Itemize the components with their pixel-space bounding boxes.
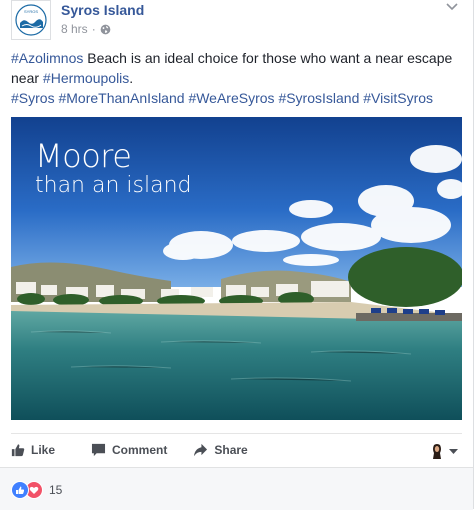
meta-separator: · — [91, 22, 96, 36]
image-overlay-line1: Moore — [35, 137, 132, 175]
reaction-count[interactable]: 15 — [49, 483, 62, 497]
post-header: SYROS Syros Island 8 hrs · — [11, 0, 463, 44]
comment-button[interactable]: Comment — [91, 443, 167, 457]
hashtag-link[interactable]: #MoreThanAnIsland — [58, 90, 184, 106]
hashtag-link[interactable]: #Syros — [11, 90, 55, 106]
like-button[interactable]: Like — [11, 443, 55, 457]
actor-avatar — [429, 443, 445, 459]
like-label: Like — [31, 443, 56, 457]
page-name-link[interactable]: Syros Island — [61, 2, 144, 18]
svg-text:SYROS: SYROS — [24, 9, 38, 14]
speech-bubble-icon — [91, 443, 106, 457]
post-as-selector[interactable] — [429, 442, 458, 460]
image-overlay-line2: than an island — [35, 173, 192, 198]
hashtag-line: #Syros #MoreThanAnIsland #WeAreSyros #Sy… — [11, 88, 463, 108]
chevron-down-icon — [446, 0, 458, 16]
page-avatar[interactable]: SYROS — [11, 0, 51, 40]
chevron-down-icon — [449, 442, 458, 460]
share-arrow-icon — [193, 443, 208, 457]
post-timestamp[interactable]: 8 hrs — [61, 22, 88, 36]
post-options-button[interactable] — [443, 0, 461, 14]
hashtag-link[interactable]: #SyrosIsland — [278, 90, 359, 106]
post-photo[interactable]: Moore than an island — [11, 117, 462, 420]
reactions-footer: 15 — [0, 467, 473, 510]
hashtag-link[interactable]: #VisitSyros — [363, 90, 433, 106]
post-meta: 8 hrs · — [61, 22, 111, 36]
thumbs-up-icon — [11, 443, 25, 457]
share-button[interactable]: Share — [193, 443, 248, 457]
hashtag-link[interactable]: #Azolimnos — [11, 50, 83, 66]
post-card: SYROS Syros Island 8 hrs · #Azolimnos Be… — [0, 0, 474, 510]
post-text-period: . — [129, 70, 134, 86]
post-body: #Azolimnos Beach is an ideal choice for … — [11, 48, 463, 108]
share-label: Share — [214, 443, 248, 457]
reaction-summary[interactable]: 15 — [11, 481, 62, 499]
like-reaction-icon — [11, 481, 29, 499]
hashtag-link[interactable]: #WeAreSyros — [188, 90, 274, 106]
comment-label: Comment — [112, 443, 168, 457]
post-text-paragraph: #Azolimnos Beach is an ideal choice for … — [11, 48, 463, 88]
action-bar: Like Comment Share — [11, 434, 462, 466]
globe-icon[interactable] — [100, 24, 111, 35]
image-overlay-title: Moore than an island — [35, 139, 191, 199]
hashtag-link[interactable]: #Hermoupolis — [43, 70, 129, 86]
